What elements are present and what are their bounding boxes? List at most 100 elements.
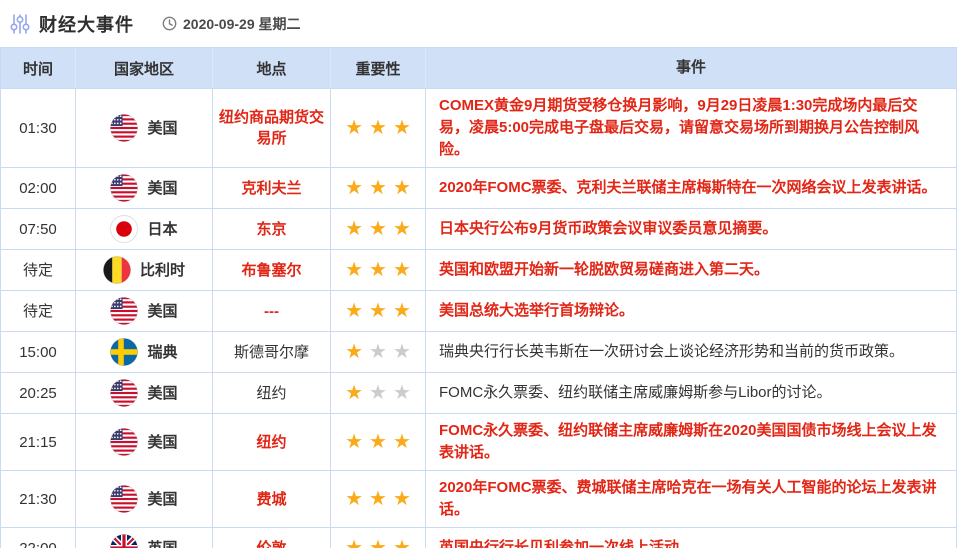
table-row: 22:00 英国 伦敦 ★ ★ ★ 英国央行行长贝利参加一次线上活动。 bbox=[1, 527, 956, 548]
event-description: 美国总统大选举行首场辩论。 bbox=[439, 302, 635, 319]
event-location: 布鲁塞尔 bbox=[213, 250, 331, 290]
event-time: 20:25 bbox=[1, 373, 76, 413]
table-row: 02:00 美国 克利夫兰 ★ ★ ★ 2020年FOMC票委、克利夫兰联储主席梅斯… bbox=[1, 167, 956, 208]
star-icon: ★ bbox=[392, 117, 411, 139]
page-title: 财经大事件 bbox=[39, 14, 134, 35]
importance-stars: ★ ★ ★ bbox=[331, 89, 426, 167]
star-icon: ★ bbox=[369, 431, 387, 453]
event-country-cell: 英国 bbox=[76, 528, 213, 548]
country-label: 美国 bbox=[147, 433, 178, 451]
country-label: 日本 bbox=[147, 220, 178, 238]
se-flag-icon bbox=[110, 338, 139, 366]
importance-stars: ★ ★ ★ bbox=[331, 373, 426, 413]
table-header-row: 时间 国家地区 地点 重要性 事件 bbox=[1, 48, 956, 88]
star-icon: ★ bbox=[345, 259, 364, 281]
us-flag-icon bbox=[110, 379, 139, 407]
column-header-time: 时间 bbox=[1, 48, 76, 88]
column-header-event: 事件 bbox=[675, 59, 706, 76]
event-location: 克利夫兰 bbox=[213, 168, 331, 208]
star-icon: ★ bbox=[369, 218, 387, 240]
event-description: 2020年FOMC票委、费城联储主席哈克在一场有关人工智能的论坛上发表讲话。 bbox=[439, 479, 937, 518]
star-icon: ★ bbox=[392, 218, 411, 240]
event-time: 21:30 bbox=[1, 471, 76, 527]
column-header-location: 地点 bbox=[213, 48, 331, 88]
star-icon: ★ bbox=[345, 382, 364, 404]
star-icon: ★ bbox=[369, 117, 387, 139]
date-display: 2020-09-29 星期二 bbox=[162, 14, 301, 34]
panel-titlebar: 财经大事件 2020-09-29 星期二 bbox=[0, 0, 957, 47]
importance-stars: ★ ★ ★ bbox=[331, 291, 426, 331]
star-icon: ★ bbox=[369, 537, 387, 548]
event-time: 待定 bbox=[1, 250, 76, 290]
star-icon: ★ bbox=[392, 382, 411, 404]
country-label: 美国 bbox=[147, 384, 178, 402]
star-icon: ★ bbox=[369, 300, 387, 322]
star-icon: ★ bbox=[369, 341, 387, 363]
be-flag-icon bbox=[102, 256, 131, 284]
star-icon: ★ bbox=[345, 117, 364, 139]
event-time: 07:50 bbox=[1, 209, 76, 249]
event-country-cell: 美国 bbox=[76, 89, 213, 167]
star-icon: ★ bbox=[345, 300, 364, 322]
star-icon: ★ bbox=[392, 341, 411, 363]
event-country-cell: 美国 bbox=[76, 471, 213, 527]
event-time: 01:30 bbox=[1, 89, 76, 167]
column-header-importance: 重要性 bbox=[331, 48, 426, 88]
event-country-cell: 日本 bbox=[76, 209, 213, 249]
star-icon: ★ bbox=[345, 341, 364, 363]
event-description: 英国和欧盟开始新一轮脱欧贸易磋商进入第二天。 bbox=[439, 261, 770, 278]
table-row: 21:15 美国 纽约 ★ ★ ★ FOMC永久票委、纽约联储主席威廉姆斯在2020… bbox=[1, 413, 956, 470]
star-icon: ★ bbox=[345, 431, 364, 453]
table-row: 待定 美国 --- ★ ★ ★ 美国总统大选举行首场辩论。 bbox=[1, 290, 956, 331]
importance-stars: ★ ★ ★ bbox=[331, 209, 426, 249]
star-icon: ★ bbox=[369, 488, 387, 510]
us-flag-icon bbox=[110, 174, 139, 202]
event-time: 22:00 bbox=[1, 528, 76, 548]
us-flag-icon bbox=[110, 485, 139, 513]
event-country-cell: 美国 bbox=[76, 291, 213, 331]
event-country-cell: 美国 bbox=[76, 414, 213, 470]
table-body: 01:30 美国 纽约商品期货交易所 ★ ★ ★ COMEX黄金9月期货受移仓换月影… bbox=[1, 88, 956, 548]
star-icon: ★ bbox=[392, 177, 411, 199]
table-row: 07:50 日本 东京 ★ ★ ★ 日本央行公布9月货币政策会议审议委员意见摘要。 bbox=[1, 208, 956, 249]
gb-flag-icon bbox=[110, 534, 139, 548]
event-location: 纽约商品期货交易所 bbox=[213, 89, 331, 167]
event-description: COMEX黄金9月期货受移仓换月影响，9月29日凌晨1:30完成场内最后交易，凌… bbox=[439, 97, 920, 158]
event-time: 02:00 bbox=[1, 168, 76, 208]
star-icon: ★ bbox=[369, 382, 387, 404]
star-icon: ★ bbox=[392, 431, 411, 453]
table-row: 20:25 美国 纽约 ★ ★ ★ FOMC永久票委、纽约联储主席威廉姆斯参与Lib… bbox=[1, 372, 956, 413]
star-icon: ★ bbox=[345, 537, 364, 548]
star-icon: ★ bbox=[392, 488, 411, 510]
table-row: 21:30 美国 费城 ★ ★ ★ 2020年FOMC票委、费城联储主席哈克在一场有… bbox=[1, 470, 956, 527]
event-description: 英国央行行长贝利参加一次线上活动。 bbox=[439, 539, 695, 548]
star-icon: ★ bbox=[345, 218, 364, 240]
event-location: 伦敦 bbox=[213, 528, 331, 548]
date-text: 2020-09-29 星期二 bbox=[183, 15, 301, 32]
event-location: 东京 bbox=[213, 209, 331, 249]
event-time: 21:15 bbox=[1, 414, 76, 470]
column-header-country: 国家地区 bbox=[76, 48, 213, 88]
event-country-cell: 瑞典 bbox=[76, 332, 213, 372]
importance-stars: ★ ★ ★ bbox=[331, 332, 426, 372]
us-flag-icon bbox=[110, 297, 139, 325]
event-description: FOMC永久票委、纽约联储主席威廉姆斯在2020美国国债市场线上会议上发表讲话。 bbox=[439, 422, 937, 461]
sliders-icon bbox=[10, 13, 30, 35]
table-row: 15:00 瑞典 斯德哥尔摩 ★ ★ ★ 瑞典央行行长英韦斯在一次研讨会上谈论经济形… bbox=[1, 331, 956, 372]
table-row: 01:30 美国 纽约商品期货交易所 ★ ★ ★ COMEX黄金9月期货受移仓换月影… bbox=[1, 88, 956, 167]
event-country-cell: 美国 bbox=[76, 373, 213, 413]
event-country-cell: 比利时 bbox=[76, 250, 213, 290]
country-label: 美国 bbox=[147, 179, 178, 197]
star-icon: ★ bbox=[345, 488, 364, 510]
star-icon: ★ bbox=[345, 177, 364, 199]
jp-flag-icon bbox=[110, 215, 139, 243]
star-icon: ★ bbox=[369, 177, 387, 199]
star-icon: ★ bbox=[392, 300, 411, 322]
star-icon: ★ bbox=[392, 537, 411, 548]
country-label: 美国 bbox=[147, 302, 178, 320]
financial-events-panel: 财经大事件 2020-09-29 星期二 时间 国家地区 地点 重要性 事件 0… bbox=[0, 0, 957, 548]
star-icon: ★ bbox=[392, 259, 411, 281]
us-flag-icon bbox=[110, 428, 139, 456]
clock-icon bbox=[162, 16, 177, 31]
event-location: 费城 bbox=[213, 471, 331, 527]
